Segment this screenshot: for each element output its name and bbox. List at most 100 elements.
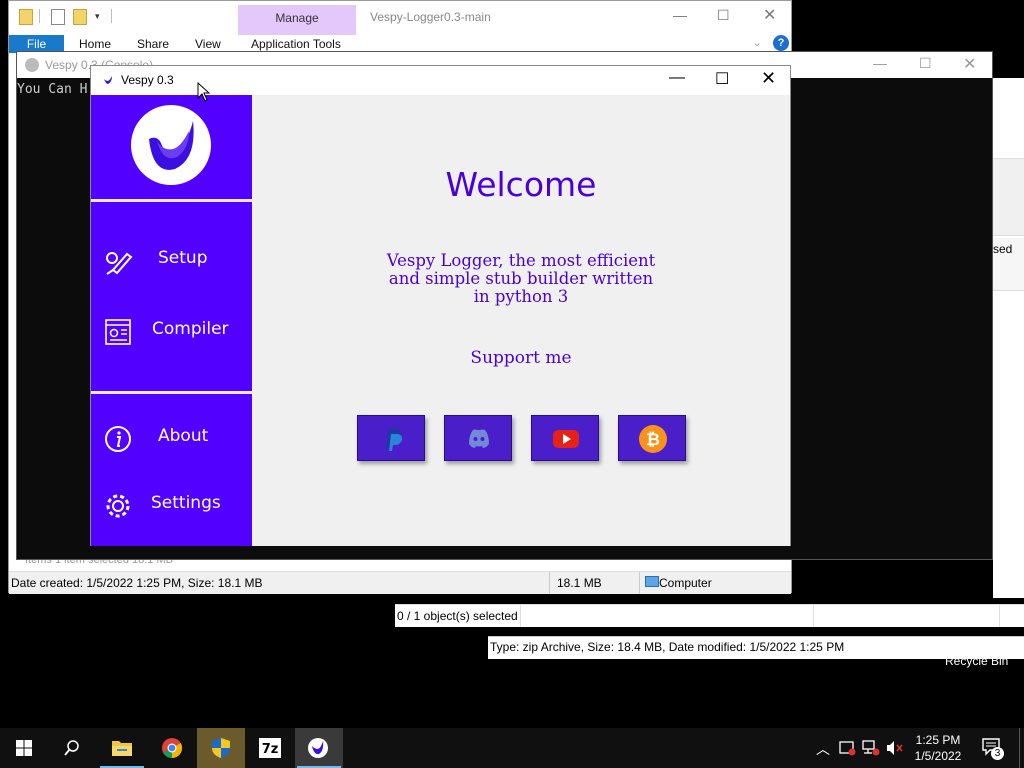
description-line: Vespy Logger, the most efficient <box>386 251 656 270</box>
explorer-second-statusbar: 0 / 1 object(s) selected <box>395 604 1024 627</box>
qat-divider <box>111 9 112 23</box>
close-icon[interactable]: ✕ <box>963 54 976 74</box>
close-icon[interactable]: ✕ <box>763 5 776 25</box>
tab-share[interactable]: Share <box>137 37 169 51</box>
clock-time: 1:25 PM <box>915 733 961 747</box>
vespy-icon <box>308 738 328 758</box>
status-location: Computer <box>659 576 712 590</box>
nav-label: About <box>158 426 209 446</box>
properties-icon[interactable] <box>51 9 65 25</box>
notifications-button[interactable]: 3 <box>982 738 1004 760</box>
mouse-cursor-icon <box>197 82 211 102</box>
status-divider <box>999 605 1000 627</box>
vespy-icon <box>101 73 115 87</box>
status-details: Date created: 1/5/2022 1:25 PM, Size: 18… <box>11 576 263 590</box>
sidebar-divider <box>91 391 252 394</box>
minimize-icon[interactable]: — <box>873 55 887 71</box>
nav-label: Settings <box>151 493 221 513</box>
taskbar-file-explorer[interactable] <box>98 728 146 768</box>
tab-view[interactable]: View <box>195 37 221 51</box>
info-icon <box>105 426 131 452</box>
start-icon <box>16 740 32 756</box>
status-text: 0 / 1 object(s) selected <box>397 609 518 623</box>
notification-badge: 3 <box>991 747 1004 760</box>
youtube-button[interactable] <box>531 415 599 461</box>
status-divider <box>639 572 640 594</box>
background-panel <box>993 158 1024 236</box>
gear-icon <box>106 494 130 518</box>
vespy-icon <box>25 58 39 72</box>
chrome-icon <box>162 738 183 759</box>
background-explorer-strip: sed <box>993 78 1024 598</box>
file-explorer-icon <box>112 741 132 756</box>
nav-label: Compiler <box>152 319 229 339</box>
show-desktop-button[interactable] <box>1019 728 1024 768</box>
status-divider <box>520 605 521 627</box>
taskbar-security[interactable] <box>197 728 245 768</box>
taskbar-vespy[interactable] <box>295 728 343 768</box>
maximize-icon[interactable]: ☐ <box>717 7 730 24</box>
computer-icon <box>645 576 659 587</box>
sidebar-divider <box>91 199 252 202</box>
taskbar-7zip[interactable]: 7z <box>246 728 294 768</box>
bitcoin-button[interactable]: ₿ <box>618 415 686 461</box>
background-text: sed <box>993 242 1013 256</box>
nav-label: Setup <box>158 248 208 268</box>
search-button[interactable] <box>48 728 96 768</box>
paypal-button[interactable] <box>357 415 425 461</box>
compiler-icon <box>105 319 131 345</box>
nav-compiler[interactable]: Compiler <box>91 307 252 355</box>
description: Vespy Logger, the most efficient and sim… <box>252 252 790 306</box>
welcome-heading: Welcome <box>445 165 597 204</box>
expand-ribbon-icon[interactable]: ⌄ <box>753 38 761 49</box>
nav-about[interactable]: About <box>91 414 252 462</box>
support-label: Support me <box>470 348 572 368</box>
network-icon[interactable] <box>862 740 880 756</box>
window-title: Vespy 0.3 <box>121 73 174 87</box>
security-status-icon[interactable] <box>838 740 856 756</box>
explorer-statusbar: Date created: 1/5/2022 1:25 PM, Size: 18… <box>9 571 791 594</box>
vespy-window: Vespy 0.3 — ☐ ✕ Setup Compiler About Set… <box>90 65 791 546</box>
window-title: Vespy-Logger0.3-main <box>370 10 491 24</box>
folder-icon[interactable] <box>19 9 33 25</box>
description-line: in python 3 <box>473 287 569 306</box>
status-divider <box>813 605 814 627</box>
svg-text:7z: 7z <box>262 742 279 757</box>
help-icon[interactable]: ? <box>773 35 789 51</box>
security-icon <box>212 738 230 758</box>
setup-icon <box>106 252 133 275</box>
tab-home[interactable]: Home <box>79 37 111 51</box>
status-size: 18.1 MB <box>557 576 602 590</box>
nav-setup[interactable]: Setup <box>91 236 252 284</box>
close-icon[interactable]: ✕ <box>761 68 776 89</box>
7zip-icon: 7z <box>259 738 281 758</box>
volume-muted-icon[interactable] <box>886 740 904 756</box>
maximize-icon[interactable]: ☐ <box>715 69 729 89</box>
taskbar: 7z ︿ 1:25 PM 1/5/2022 3 <box>0 728 1024 768</box>
svg-text:₿: ₿ <box>646 430 660 450</box>
new-folder-icon[interactable] <box>73 9 87 25</box>
description-line: and simple stub builder written <box>388 269 654 288</box>
tab-application-tools[interactable]: Application Tools <box>251 37 341 51</box>
customize-qat-icon[interactable]: ▾ <box>95 11 107 25</box>
explorer-third-statusbar: Type: zip Archive, Size: 18.4 MB, Date m… <box>488 636 1024 659</box>
minimize-icon[interactable]: — <box>669 69 685 87</box>
start-button[interactable] <box>0 728 48 768</box>
vespy-titlebar: Vespy 0.3 — ☐ ✕ <box>91 66 790 95</box>
main-content: Welcome Vespy Logger, the most efficient… <box>252 95 790 546</box>
paypal-icon <box>386 429 403 451</box>
maximize-icon[interactable]: ☐ <box>919 55 932 72</box>
console-output: You Can H: <box>17 82 96 97</box>
recycle-bin-label[interactable]: Recycle Bin <box>945 654 1008 668</box>
taskbar-clock[interactable]: 1:25 PM 1/5/2022 <box>908 732 968 764</box>
discord-icon <box>469 429 489 448</box>
nav-settings[interactable]: Settings <box>91 481 252 529</box>
discord-button[interactable] <box>444 415 512 461</box>
minimize-icon[interactable]: — <box>673 7 687 23</box>
vespy-logo <box>131 105 211 185</box>
youtube-icon <box>553 430 579 448</box>
bitcoin-icon: ₿ <box>639 425 667 453</box>
taskbar-chrome[interactable] <box>148 728 196 768</box>
show-hidden-icons-icon[interactable]: ︿ <box>816 739 830 759</box>
tab-manage[interactable]: Manage <box>238 5 356 35</box>
